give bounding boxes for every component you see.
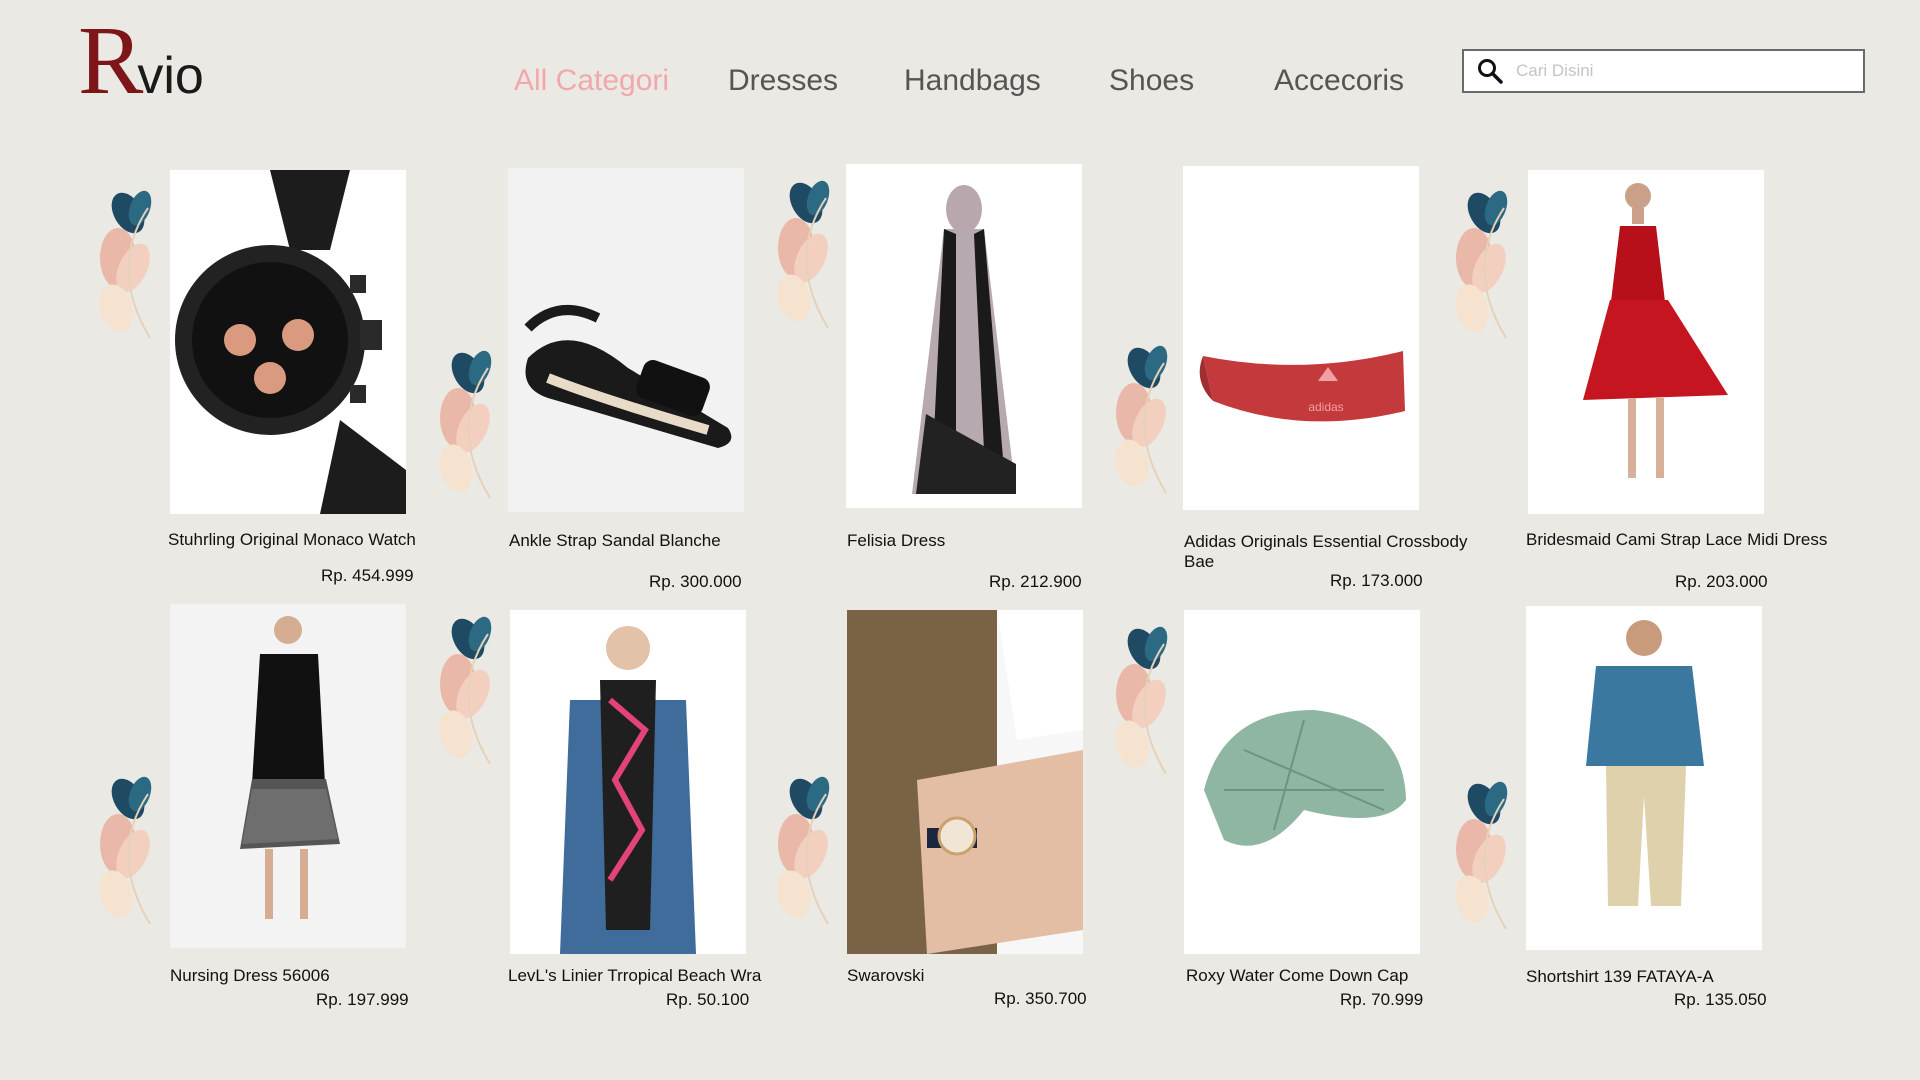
product-name[interactable]: LevL's Linier Trropical Beach Wra <box>508 966 761 986</box>
product-card[interactable]: Bridesmaid Cami Strap Lace Midi Dress Rp… <box>1449 168 1827 608</box>
sandal-image[interactable] <box>508 168 744 512</box>
floral-decoration <box>1449 779 1514 930</box>
product-price: Rp. 454.999 <box>321 566 414 585</box>
product-card[interactable]: Felisia Dress Rp. 212.900 <box>771 164 1146 608</box>
product-name[interactable]: Adidas Originals Essential Crossbody Bae <box>1184 532 1484 572</box>
nav-dresses[interactable]: Dresses <box>728 64 838 98</box>
product-card[interactable]: Stuhrling Original Monaco Watch Rp. 454.… <box>93 168 468 608</box>
product-price: Rp. 300.000 <box>649 572 742 591</box>
search-bar[interactable] <box>1462 49 1865 93</box>
product-name[interactable]: Shortshirt 139 FATAYA-A <box>1526 967 1714 987</box>
floral-decoration <box>1109 624 1174 775</box>
product-name[interactable]: Nursing Dress 56006 <box>170 966 330 986</box>
nav-shoes[interactable]: Shoes <box>1109 64 1194 98</box>
scarf-image[interactable] <box>510 610 746 954</box>
product-name[interactable]: Stuhrling Original Monaco Watch <box>168 530 416 550</box>
nursing-dress-image[interactable] <box>170 604 406 948</box>
floral-decoration <box>93 774 158 925</box>
product-price: Rp. 197.999 <box>316 990 409 1009</box>
product-name[interactable]: Bridesmaid Cami Strap Lace Midi Dress <box>1526 530 1827 550</box>
nav-all-categori[interactable]: All Categori <box>514 64 669 98</box>
wristwatch-image[interactable] <box>847 610 1083 954</box>
floral-decoration <box>93 188 158 339</box>
floral-decoration <box>1449 188 1514 339</box>
search-icon[interactable] <box>1476 57 1504 85</box>
product-card[interactable]: Swarovski Rp. 350.700 <box>771 604 1146 1044</box>
svg-text:adidas: adidas <box>1308 400 1343 414</box>
red-dress-image[interactable] <box>1528 170 1764 514</box>
floral-decoration <box>771 178 836 329</box>
product-card[interactable]: adidas Adidas Originals Essential Crossb… <box>1109 166 1484 608</box>
product-card[interactable]: Roxy Water Come Down Cap Rp. 70.999 <box>1109 604 1484 1044</box>
product-price: Rp. 212.900 <box>989 572 1082 591</box>
product-name[interactable]: Felisia Dress <box>847 531 945 551</box>
floral-decoration <box>771 774 836 925</box>
product-price: Rp. 50.100 <box>666 990 750 1009</box>
product-card[interactable]: Nursing Dress 56006 Rp. 197.999 <box>93 604 468 1044</box>
product-name[interactable]: Roxy Water Come Down Cap <box>1186 966 1408 986</box>
floral-decoration <box>1109 343 1174 494</box>
floral-decoration <box>433 614 498 765</box>
nav-accecoris[interactable]: Accecoris <box>1274 64 1404 98</box>
dress-image[interactable] <box>846 164 1082 508</box>
search-input[interactable] <box>1516 61 1856 81</box>
product-price: Rp. 135.050 <box>1674 990 1767 1009</box>
cap-image[interactable] <box>1184 610 1420 954</box>
product-price: Rp. 173.000 <box>1330 571 1423 590</box>
shirt-image[interactable] <box>1526 606 1762 950</box>
watch-image[interactable] <box>170 170 406 514</box>
product-price: Rp. 70.999 <box>1340 990 1424 1009</box>
floral-decoration <box>433 348 498 499</box>
product-card[interactable]: Ankle Strap Sandal Blanche Rp. 300.000 <box>433 168 808 608</box>
product-name[interactable]: Ankle Strap Sandal Blanche <box>509 531 721 551</box>
bag-image[interactable]: adidas <box>1183 166 1419 510</box>
product-price: Rp. 350.700 <box>994 989 1087 1008</box>
product-card[interactable]: Shortshirt 139 FATAYA-A Rp. 135.050 <box>1449 604 1824 1044</box>
product-price: Rp. 203.000 <box>1675 572 1768 591</box>
nav-handbags[interactable]: Handbags <box>904 64 1041 98</box>
product-card[interactable]: LevL's Linier Trropical Beach Wra Rp. 50… <box>433 604 808 1044</box>
product-name[interactable]: Swarovski <box>847 966 924 986</box>
